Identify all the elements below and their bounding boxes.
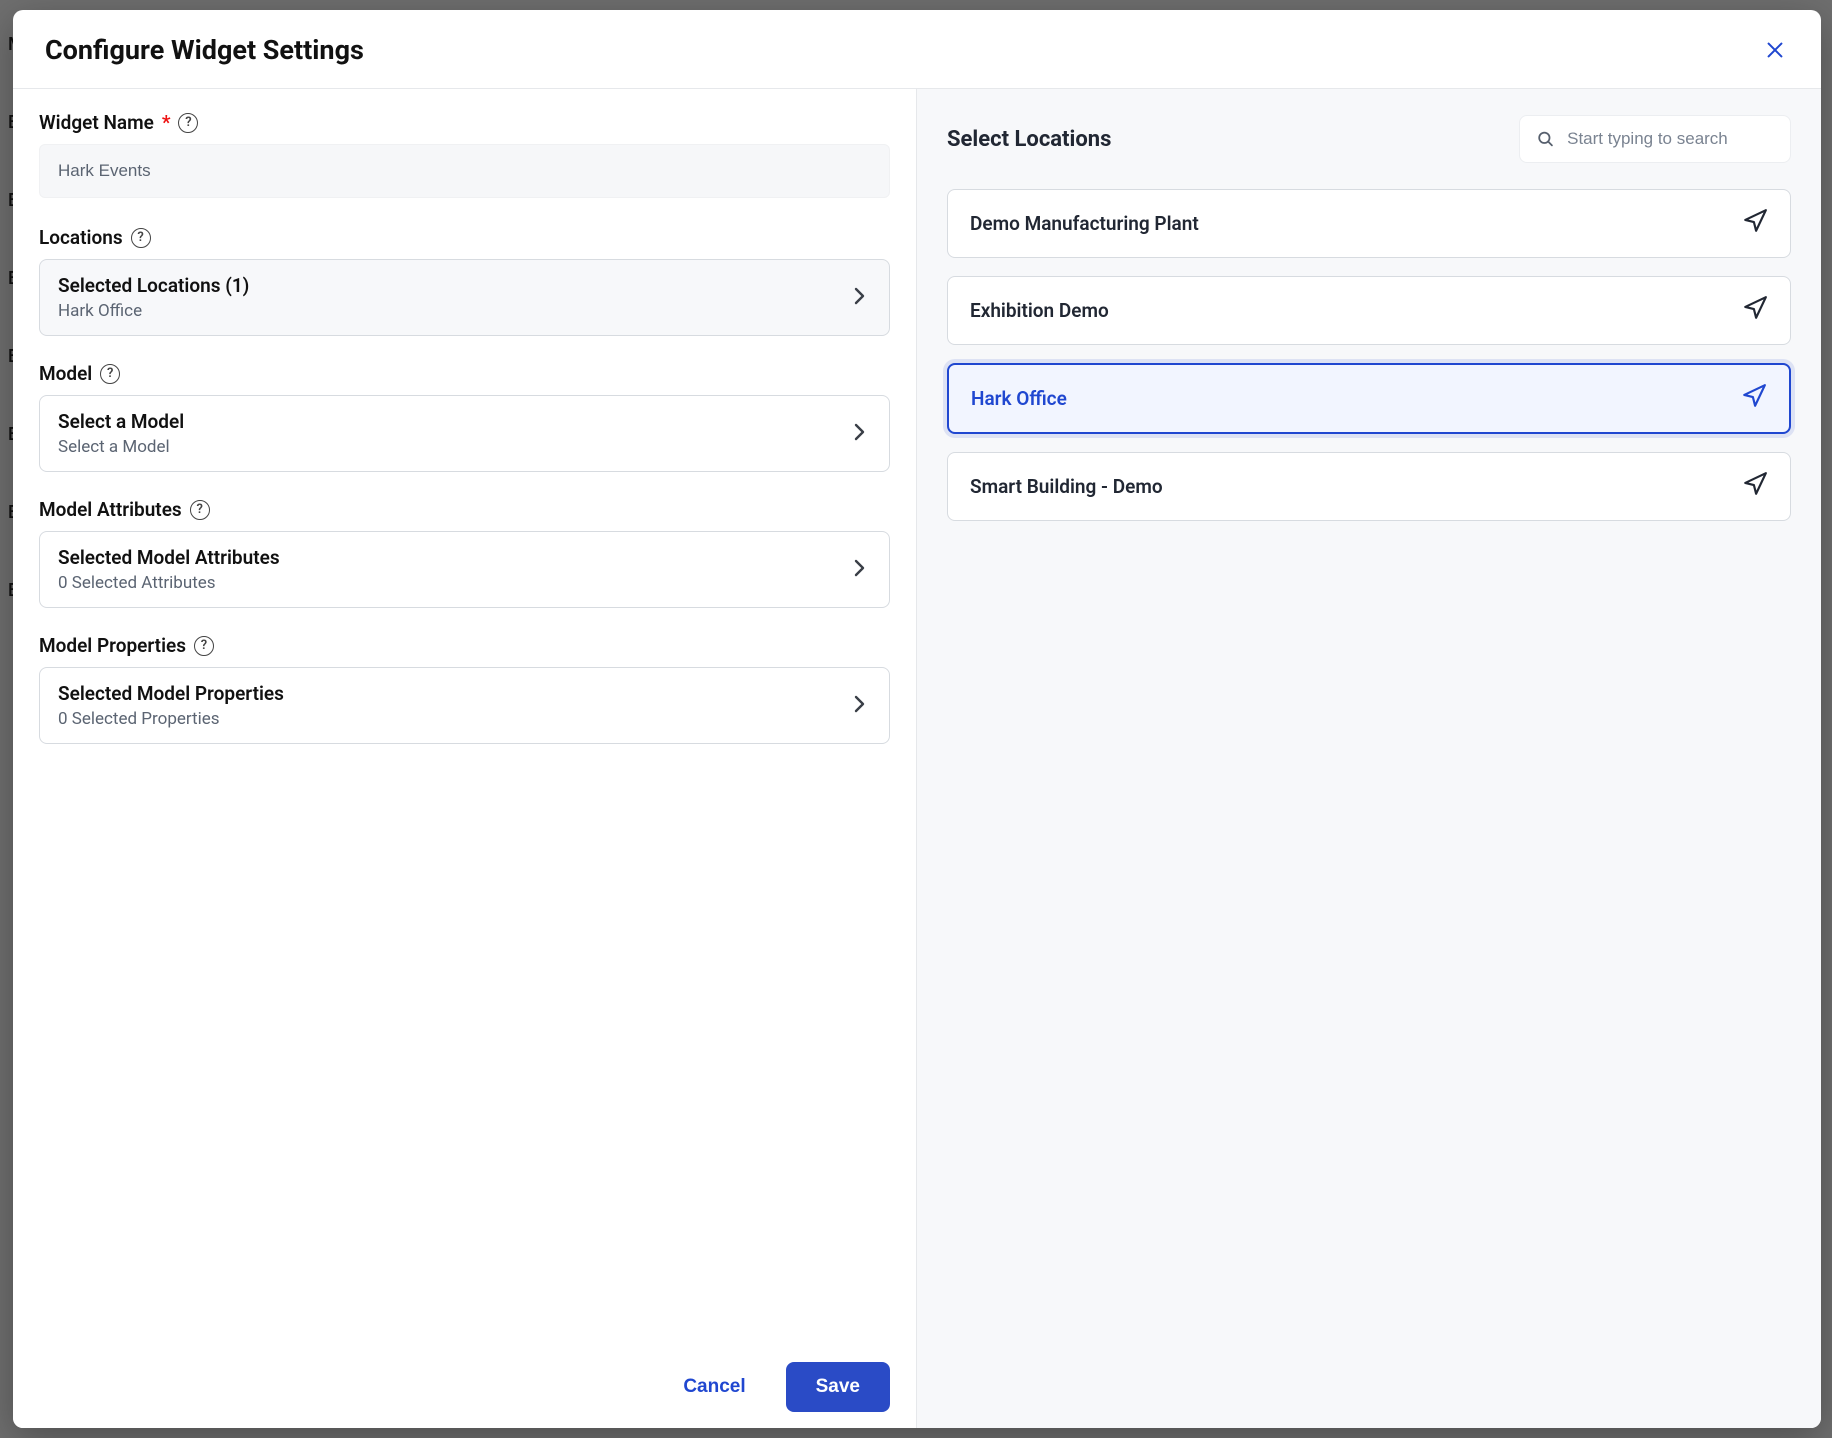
location-list: Demo Manufacturing Plant Exhibition Demo… xyxy=(947,189,1791,521)
chevron-right-icon xyxy=(847,284,871,312)
selected-locations-card[interactable]: Selected Locations (1) Hark Office xyxy=(39,259,890,336)
left-pane: Widget Name * ? Locations ? Selected Loc… xyxy=(13,89,917,1428)
model-attributes-sub: 0 Selected Attributes xyxy=(58,573,280,593)
model-properties-title: Selected Model Properties xyxy=(58,682,284,705)
search-icon xyxy=(1536,128,1555,150)
help-icon[interactable]: ? xyxy=(100,364,120,384)
location-search-input[interactable] xyxy=(1567,129,1774,149)
select-model-card[interactable]: Select a Model Select a Model xyxy=(39,395,890,472)
model-attributes-title: Selected Model Attributes xyxy=(58,546,280,569)
navigation-icon xyxy=(1742,471,1768,502)
chevron-right-icon xyxy=(847,692,871,720)
widget-name-label: Widget Name * ? xyxy=(39,111,890,134)
help-icon[interactable]: ? xyxy=(190,500,210,520)
model-label-text: Model xyxy=(39,362,92,385)
help-icon[interactable]: ? xyxy=(194,636,214,656)
location-item[interactable]: Smart Building - Demo xyxy=(947,452,1791,521)
location-name: Smart Building - Demo xyxy=(970,475,1163,498)
selected-locations-title: Selected Locations (1) xyxy=(58,274,249,297)
location-name: Exhibition Demo xyxy=(970,299,1109,322)
select-model-sub: Select a Model xyxy=(58,437,184,457)
right-pane-header: Select Locations xyxy=(947,115,1791,163)
navigation-icon xyxy=(1742,208,1768,239)
model-properties-label: Model Properties ? xyxy=(39,634,890,657)
location-name: Hark Office xyxy=(971,387,1067,410)
locations-label-text: Locations xyxy=(39,226,123,249)
model-attributes-label-text: Model Attributes xyxy=(39,498,182,521)
model-properties-card[interactable]: Selected Model Properties 0 Selected Pro… xyxy=(39,667,890,744)
configure-widget-modal: Configure Widget Settings Widget Name * … xyxy=(13,10,1821,1428)
locations-section: Locations ? Selected Locations (1) Hark … xyxy=(39,226,890,336)
chevron-right-icon xyxy=(847,420,871,448)
model-attributes-label: Model Attributes ? xyxy=(39,498,890,521)
select-model-title: Select a Model xyxy=(58,410,184,433)
save-button[interactable]: Save xyxy=(786,1362,890,1412)
modal-title: Configure Widget Settings xyxy=(45,34,364,66)
location-item-selected[interactable]: Hark Office xyxy=(947,363,1791,434)
location-item[interactable]: Demo Manufacturing Plant xyxy=(947,189,1791,258)
cancel-button[interactable]: Cancel xyxy=(683,1376,745,1398)
model-properties-section: Model Properties ? Selected Model Proper… xyxy=(39,634,890,744)
widget-name-label-text: Widget Name xyxy=(39,111,154,134)
widget-name-input[interactable] xyxy=(39,144,890,198)
model-properties-label-text: Model Properties xyxy=(39,634,186,657)
help-icon[interactable]: ? xyxy=(131,228,151,248)
locations-label: Locations ? xyxy=(39,226,890,249)
selected-locations-sub: Hark Office xyxy=(58,301,249,321)
right-pane: Select Locations Demo Manufacturing Plan… xyxy=(917,89,1821,1428)
modal-header: Configure Widget Settings xyxy=(13,10,1821,89)
chevron-right-icon xyxy=(847,556,871,584)
modal-footer: Cancel Save xyxy=(13,1348,916,1428)
location-name: Demo Manufacturing Plant xyxy=(970,212,1199,235)
close-icon xyxy=(1764,39,1786,61)
model-properties-sub: 0 Selected Properties xyxy=(58,709,284,729)
select-locations-title: Select Locations xyxy=(947,127,1111,152)
modal-body: Widget Name * ? Locations ? Selected Loc… xyxy=(13,89,1821,1428)
location-search-box[interactable] xyxy=(1519,115,1791,163)
required-star: * xyxy=(162,111,171,134)
navigation-icon xyxy=(1742,295,1768,326)
location-item[interactable]: Exhibition Demo xyxy=(947,276,1791,345)
model-label: Model ? xyxy=(39,362,890,385)
model-attributes-card[interactable]: Selected Model Attributes 0 Selected Att… xyxy=(39,531,890,608)
model-attributes-section: Model Attributes ? Selected Model Attrib… xyxy=(39,498,890,608)
close-button[interactable] xyxy=(1761,36,1789,64)
help-icon[interactable]: ? xyxy=(178,113,198,133)
model-section: Model ? Select a Model Select a Model xyxy=(39,362,890,472)
navigation-icon xyxy=(1741,383,1767,414)
